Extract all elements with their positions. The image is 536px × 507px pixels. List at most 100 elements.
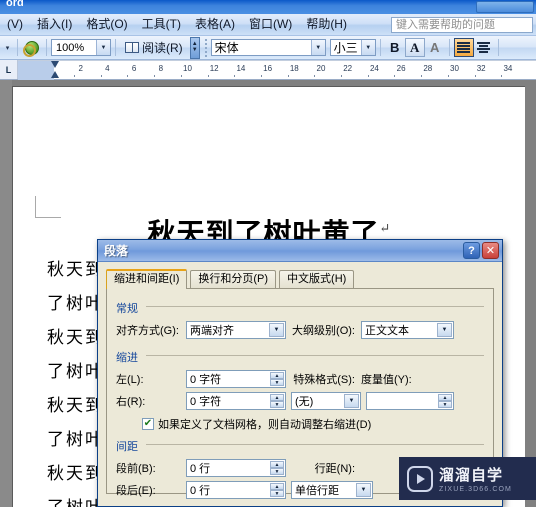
ruler-tick: 4	[105, 64, 110, 73]
indent-left-spinner[interactable]: 0 字符 ▲ ▼	[186, 370, 286, 388]
chevron-down-icon[interactable]: ▼	[356, 483, 371, 497]
reading-layout-button[interactable]: 阅读(R)	[120, 38, 188, 57]
ruler-tick: 24	[369, 64, 379, 73]
formatting-toolbar: ▾ 100% ▼ 阅读(R) ▲ ▼ 宋体 ▼ 小三 ▼ B A A	[0, 36, 536, 60]
toolbar-grip-handle[interactable]: ▲ ▼	[189, 36, 200, 59]
indent-right-spinner[interactable]: 0 字符 ▲ ▼	[186, 392, 286, 410]
dialog-title: 段落	[104, 244, 129, 258]
space-before-spinner[interactable]: 0 行 ▲ ▼	[186, 459, 286, 477]
measure-value-spinner[interactable]: ▲ ▼	[366, 392, 454, 410]
tab-asian-typography[interactable]: 中文版式(H)	[279, 270, 355, 289]
chevron-down-icon[interactable]: ▼	[344, 394, 359, 408]
ruler-tick: 6	[131, 64, 137, 73]
insert-hyperlink-icon[interactable]	[22, 38, 42, 57]
spinner-arrows[interactable]: ▲ ▼	[270, 461, 284, 475]
tab-line-and-page-breaks[interactable]: 换行和分页(P)	[190, 270, 277, 289]
toolbar-divider	[17, 39, 18, 56]
menu-table[interactable]: 表格(A)	[188, 15, 242, 34]
ruler-minor-tick	[421, 75, 423, 77]
spinner-arrows[interactable]: ▲ ▼	[270, 372, 284, 386]
special-format-combo[interactable]: (无) ▼	[291, 392, 361, 410]
auto-adjust-indent-checkbox[interactable]: ✔	[142, 418, 154, 430]
menu-bar: (V) 插入(I) 格式(O) 工具(T) 表格(A) 窗口(W) 帮助(H) …	[0, 14, 536, 36]
watermark-url: ZIXUE.3D66.COM	[439, 486, 512, 493]
ruler-minor-tick	[287, 75, 289, 77]
outline-level-combo[interactable]: 正文文本 ▼	[361, 321, 454, 339]
window-controls[interactable]	[476, 1, 534, 13]
dialog-help-button[interactable]: ?	[463, 242, 480, 259]
toolbar-divider	[115, 39, 116, 56]
ruler-minor-tick	[501, 75, 503, 77]
indent-marker[interactable]	[51, 61, 60, 80]
menu-insert[interactable]: 插入(I)	[30, 15, 79, 34]
row-indent-right: 右(R): 0 字符 ▲ ▼ (无) ▼ ▲ ▼	[116, 392, 484, 410]
ruler-tick: 28	[423, 64, 433, 73]
tab-stop-selector[interactable]: L	[0, 60, 18, 79]
window-title-bar: ord	[0, 0, 536, 14]
group-spacing-title: 间距	[116, 438, 142, 454]
dialog-title-buttons: ? ✕	[463, 242, 499, 259]
ruler-minor-tick	[127, 75, 129, 77]
character-shading-button[interactable]: A	[425, 38, 445, 57]
chevron-down-icon[interactable]: ▾	[2, 39, 13, 57]
ruler-minor-tick	[367, 75, 369, 77]
chevron-down-icon[interactable]: ▼	[437, 323, 452, 337]
ask-a-question-input[interactable]: 键入需要帮助的问题	[391, 17, 533, 33]
ruler-tick: 34	[503, 64, 513, 73]
alignment-combo[interactable]: 两端对齐 ▼	[186, 321, 286, 339]
toolbar-drag-handle[interactable]	[204, 38, 208, 57]
align-center-button[interactable]	[474, 38, 494, 57]
chevron-down-icon[interactable]: ▼	[360, 40, 375, 55]
tab-indents-and-spacing[interactable]: 缩进和间距(I)	[106, 269, 188, 289]
align-justify-button[interactable]	[453, 38, 474, 57]
menu-tools[interactable]: 工具(T)	[135, 15, 188, 34]
chevron-down-icon[interactable]: ▼	[310, 40, 325, 55]
alignment-value: 两端对齐	[190, 325, 234, 337]
zoom-combo[interactable]: 100% ▼	[51, 39, 111, 56]
ruler-tick: 10	[183, 64, 192, 73]
ruler-minor-tick	[260, 75, 262, 77]
space-after-spinner[interactable]: 0 行 ▲ ▼	[186, 481, 286, 499]
ruler-left-margin	[18, 61, 54, 80]
group-divider	[146, 355, 484, 356]
book-icon	[125, 42, 139, 53]
row-auto-adjust-indent: ✔ 如果定义了文档网格，则自动调整右缩进(D)	[116, 416, 484, 432]
line-spacing-combo[interactable]: 单倍行距 ▼	[291, 481, 373, 499]
ruler-minor-tick	[180, 75, 182, 77]
menu-window[interactable]: 窗口(W)	[242, 15, 299, 34]
menu-help[interactable]: 帮助(H)	[299, 15, 354, 34]
ruler-tick: 18	[289, 64, 299, 73]
group-indent: 缩进	[116, 348, 484, 366]
spinner-arrows[interactable]: ▲ ▼	[270, 394, 284, 408]
font-name-combo[interactable]: 宋体 ▼	[210, 39, 326, 56]
menu-view[interactable]: (V)	[0, 15, 30, 34]
chevron-down-icon[interactable]: ▼	[96, 40, 110, 55]
ruler-minor-tick	[341, 75, 343, 77]
menu-format[interactable]: 格式(O)	[79, 15, 134, 34]
space-after-label: 段后(E):	[116, 485, 156, 497]
dialog-tabstrip: 缩进和间距(I) 换行和分页(P) 中文版式(H)	[106, 269, 494, 289]
character-border-button[interactable]: A	[404, 38, 425, 57]
line-spacing-label: 行距(N):	[314, 463, 355, 475]
outline-level-label: 大纲级别(O):	[292, 325, 355, 337]
outline-level-value: 正文文本	[365, 325, 409, 337]
reading-layout-label: 阅读(R)	[142, 41, 183, 55]
measure-value-label: 度量值(Y):	[361, 374, 412, 386]
dialog-close-button[interactable]: ✕	[482, 242, 499, 259]
chevron-down-icon[interactable]: ▼	[269, 323, 284, 337]
auto-adjust-indent-label: 如果定义了文档网格，则自动调整右缩进(D)	[158, 419, 372, 431]
ruler-tick: 30	[450, 64, 459, 73]
horizontal-ruler[interactable]: 2 4 6 8 10 12 14 16 18 20 22 24 26 28 30 32 34	[18, 60, 536, 80]
special-format-value: (无)	[295, 396, 314, 408]
spinner-arrows[interactable]: ▲ ▼	[270, 483, 284, 497]
font-size-combo[interactable]: 小三 ▼	[329, 39, 376, 56]
ruler-minor-tick	[394, 75, 396, 77]
spinner-arrows[interactable]: ▲ ▼	[438, 394, 452, 408]
space-before-value: 0 行	[190, 463, 211, 475]
ruler-minor-tick	[74, 75, 76, 77]
ruler-minor-tick	[234, 75, 236, 77]
bold-button[interactable]: B	[385, 38, 405, 57]
document-left-gutter	[0, 80, 12, 507]
dialog-title-bar[interactable]: 段落 ? ✕	[98, 240, 502, 262]
group-spacing: 间距	[116, 437, 484, 455]
